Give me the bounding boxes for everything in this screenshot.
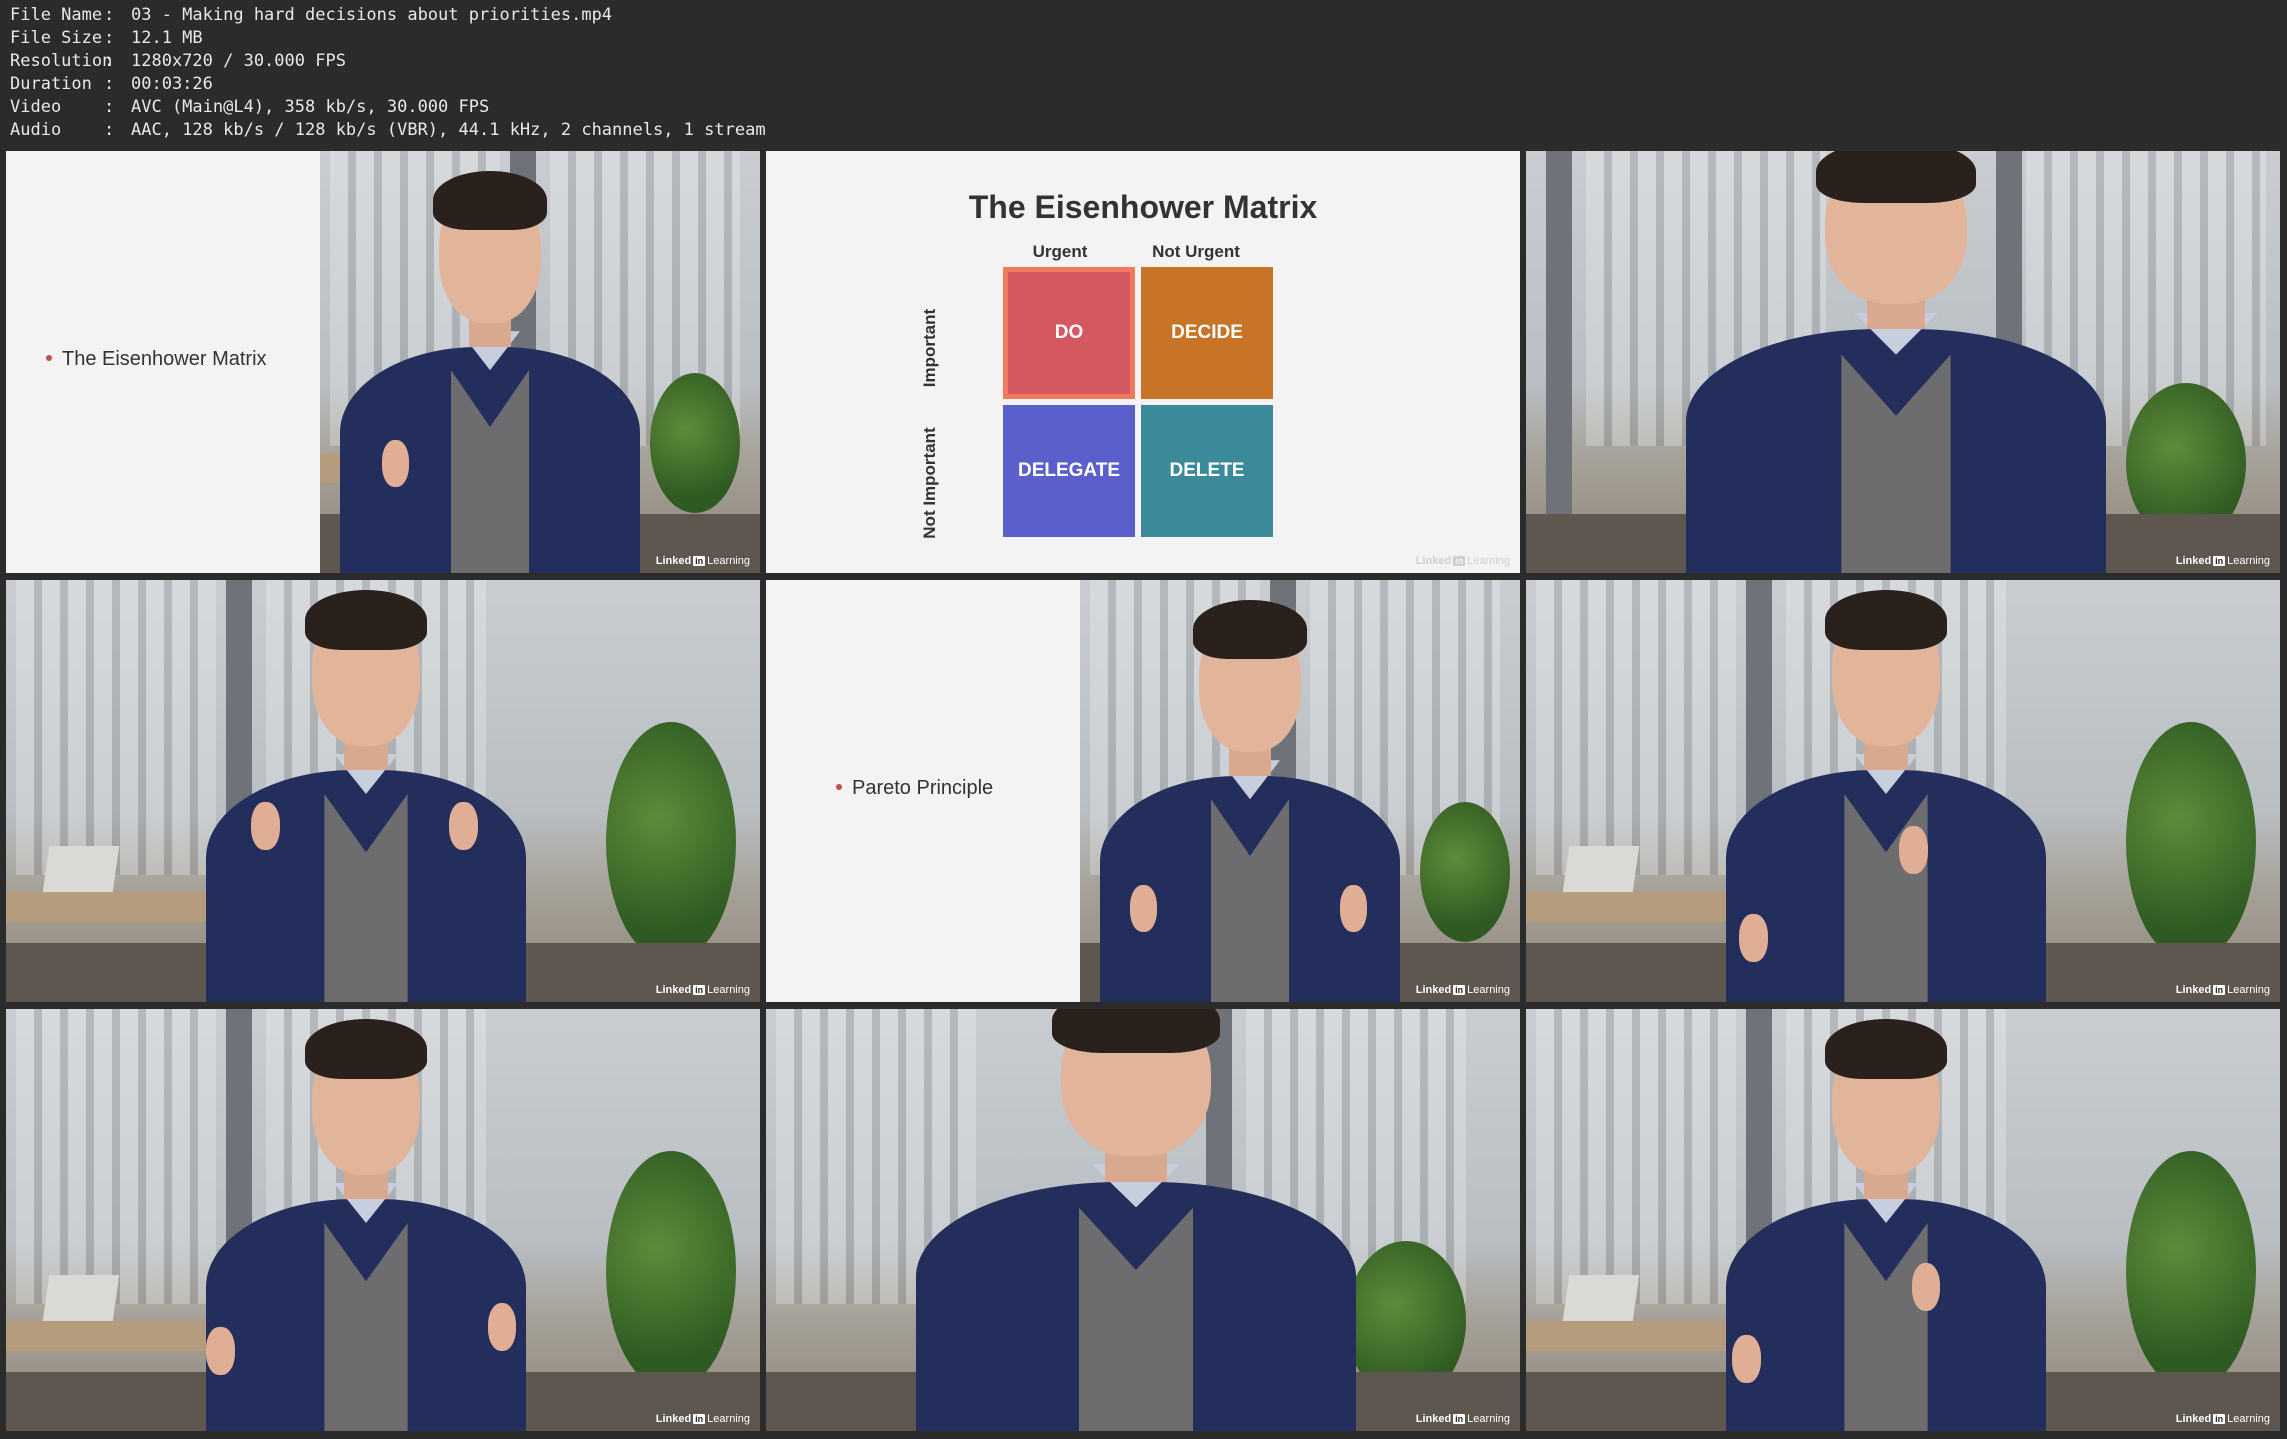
info-value: 03 - Making hard decisions about priorit… bbox=[131, 5, 613, 25]
thumbnail-7[interactable]: Linked in Learning bbox=[6, 1009, 760, 1431]
quadrant-decide: DECIDE bbox=[1141, 267, 1273, 399]
linkedin-learning-logo: Linked in Learning bbox=[1415, 984, 1510, 996]
linkedin-learning-logo: Linked in Learning bbox=[655, 555, 750, 567]
presenter bbox=[206, 1019, 526, 1431]
info-separator: : bbox=[104, 74, 115, 94]
row-header-not-important: Not Important bbox=[920, 427, 939, 539]
linkedin-learning-logo: Linked in Learning bbox=[2175, 984, 2270, 996]
info-row-resolution: Resolution:1280x720 / 30.000 FPS bbox=[10, 50, 766, 73]
quadrant-delete: DELETE bbox=[1141, 405, 1273, 537]
presenter bbox=[206, 590, 526, 1002]
info-row-file-name: File Name:03 - Making hard decisions abo… bbox=[10, 4, 766, 27]
info-row-duration: Duration:00:03:26 bbox=[10, 73, 766, 96]
linkedin-learning-logo: Linked in Learning bbox=[655, 1413, 750, 1425]
info-separator: : bbox=[104, 120, 115, 140]
slide-panel: Pareto Principle bbox=[766, 580, 1080, 1002]
info-separator: : bbox=[104, 51, 115, 71]
info-separator: : bbox=[104, 97, 115, 117]
column-header-urgent: Urgent bbox=[1032, 242, 1088, 261]
quadrant-delegate: DELEGATE bbox=[1003, 405, 1135, 537]
info-label: File Size bbox=[10, 28, 103, 48]
presenter bbox=[1726, 1019, 2046, 1431]
info-label: Video bbox=[10, 97, 62, 117]
presenter bbox=[1726, 590, 2046, 1002]
presenter bbox=[916, 1009, 1356, 1431]
info-label: Resolution bbox=[10, 51, 113, 71]
info-row-audio: Audio: AAC, 128 kb/s / 128 kb/s (VBR), 44… bbox=[10, 119, 766, 142]
thumbnail-6[interactable]: Linked in Learning bbox=[1526, 580, 2280, 1002]
thumbnail-8[interactable]: Linked in Learning bbox=[766, 1009, 1520, 1431]
presenter bbox=[1100, 600, 1400, 1002]
info-separator: : bbox=[104, 28, 115, 48]
presenter bbox=[1686, 151, 2106, 573]
info-row-file-size: File Size:12.1 MB bbox=[10, 27, 766, 50]
bullet-dot-icon bbox=[46, 354, 52, 361]
info-label: Audio bbox=[10, 120, 62, 140]
quadrant-do: DO bbox=[1003, 267, 1135, 399]
matrix-title: The Eisenhower Matrix bbox=[968, 189, 1318, 225]
info-value: 1280x720 / 30.000 FPS bbox=[131, 51, 346, 71]
bullet-item: Pareto Principle bbox=[836, 777, 993, 800]
presenter bbox=[340, 171, 640, 573]
info-label: Duration bbox=[10, 74, 92, 94]
info-value: AVC (Main@L4), 358 kb/s, 30.000 FPS bbox=[131, 97, 490, 117]
linkedin-learning-logo: Linked in Learning bbox=[1415, 1413, 1510, 1425]
slide-panel: The Eisenhower Matrix bbox=[6, 151, 320, 573]
info-value: AAC, 128 kb/s / 128 kb/s (VBR), 44.1 kHz… bbox=[131, 120, 766, 140]
column-header-not-urgent: Not Urgent bbox=[1152, 242, 1240, 261]
linkedin-learning-logo: Linked in Learning bbox=[655, 984, 750, 996]
info-value: 12.1 MB bbox=[131, 28, 203, 48]
info-value: 00:03:26 bbox=[131, 74, 213, 94]
info-row-video: Video: AVC (Main@L4), 358 kb/s, 30.000 FP… bbox=[10, 96, 766, 119]
file-info-panel: File Name:03 - Making hard decisions abo… bbox=[10, 4, 766, 142]
thumbnail-4[interactable]: Linked in Learning bbox=[6, 580, 760, 1002]
info-separator: : bbox=[104, 5, 115, 25]
row-header-important: Important bbox=[920, 308, 939, 388]
linkedin-learning-logo: Linked in Learning bbox=[2175, 1413, 2270, 1425]
bullet-item: The Eisenhower Matrix bbox=[46, 348, 267, 371]
thumbnail-5[interactable]: Pareto Principle Linked in Learning bbox=[766, 580, 1520, 1002]
thumbnail-3[interactable]: Linked in Learning bbox=[1526, 151, 2280, 573]
thumbnail-1[interactable]: The Eisenhower Matrix Linked in Learning bbox=[6, 151, 760, 573]
linkedin-learning-logo: Linked in Learning bbox=[1415, 555, 1510, 567]
thumbnail-9[interactable]: Linked in Learning bbox=[1526, 1009, 2280, 1431]
bullet-dot-icon bbox=[836, 783, 842, 790]
thumbnail-2[interactable]: The Eisenhower Matrix Urgent Not Urgent … bbox=[766, 151, 1520, 573]
info-label: File Name bbox=[10, 5, 103, 25]
linkedin-learning-logo: Linked in Learning bbox=[2175, 555, 2270, 567]
